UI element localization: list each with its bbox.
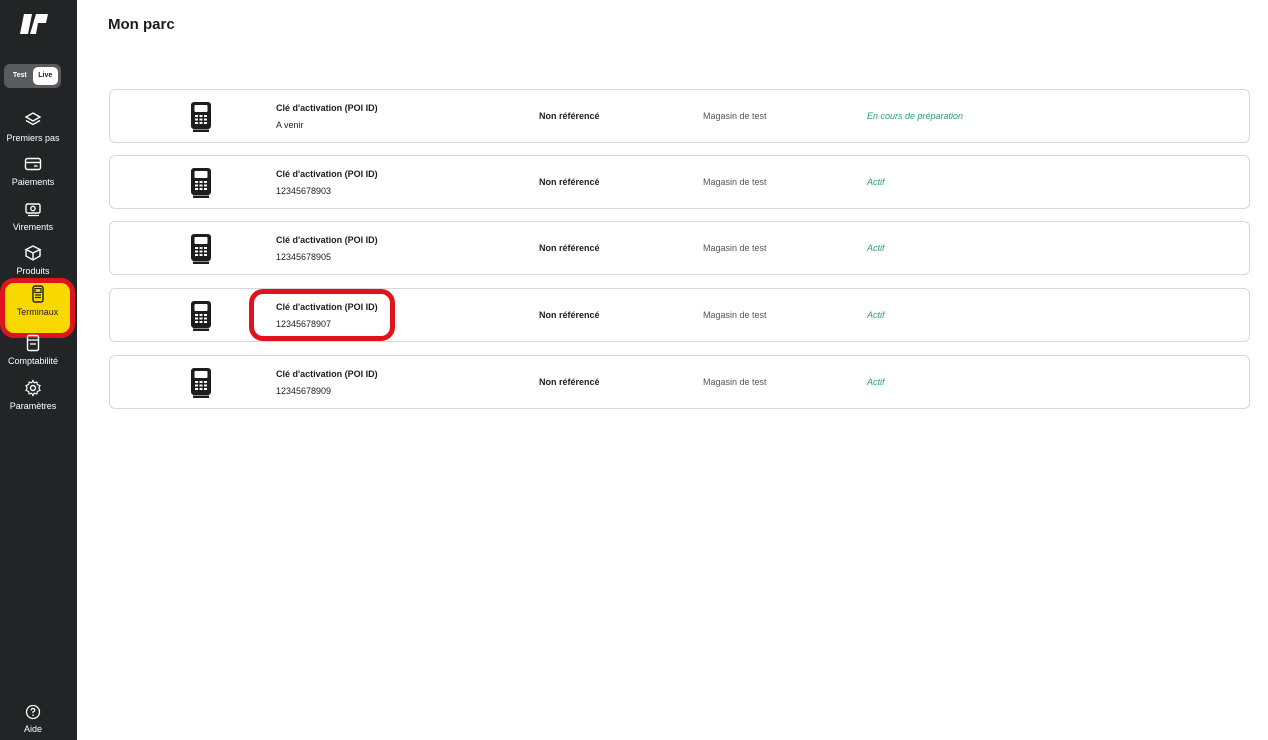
status-text: En cours de préparation <box>867 111 964 121</box>
poi-id-value: 12345678909 <box>276 386 332 396</box>
poi-id-block-highlighted: Clé d'activation (POI ID) 12345678907 <box>249 289 395 341</box>
poi-id-value: 12345678907 <box>276 319 332 329</box>
sidebar-item-label: Paiements <box>11 177 55 187</box>
gear-icon <box>25 379 41 397</box>
store-name: Magasin de test <box>703 377 767 387</box>
sidebar-item-label: Premiers pas <box>6 133 60 143</box>
help-icon <box>25 704 41 720</box>
sidebar: Test Live Premiers pas Paiements Viremen… <box>0 0 77 740</box>
sidebar-item-terminaux[interactable]: Terminaux <box>0 278 75 338</box>
status-text: Actif <box>867 243 885 253</box>
poi-id-label: Clé d'activation (POI ID) <box>276 302 378 312</box>
poi-id-value: 12345678905 <box>276 252 332 262</box>
poi-id-block: Clé d'activation (POI ID) 12345678903 <box>276 168 378 197</box>
status-text: Actif <box>867 377 885 387</box>
brand-logo[interactable] <box>20 12 48 36</box>
terminal-row[interactable]: Clé d'activation (POI ID) 12345678909 No… <box>109 355 1250 409</box>
sidebar-item-parametres[interactable]: Paramètres <box>0 376 66 419</box>
help-label: Aide <box>23 724 42 734</box>
cash-icon <box>25 203 41 217</box>
poi-id-block: Clé d'activation (POI ID) 12345678909 <box>276 368 378 397</box>
sidebar-item-comptabilite[interactable]: Comptabilité <box>0 331 66 374</box>
poi-id-label: Clé d'activation (POI ID) <box>276 169 378 179</box>
sidebar-item-premiers-pas[interactable]: Premiers pas <box>0 108 66 151</box>
sidebar-item-paiements[interactable]: Paiements <box>0 152 66 195</box>
terminal-row[interactable]: Clé d'activation (POI ID) 12345678903 No… <box>109 155 1250 209</box>
layers-icon <box>24 112 42 126</box>
poi-id-value: 12345678903 <box>276 186 332 196</box>
poi-id-label: Clé d'activation (POI ID) <box>276 103 378 113</box>
sidebar-item-label: Produits <box>16 266 50 276</box>
payment-terminal-icon <box>191 168 211 198</box>
payment-terminal-icon <box>191 234 211 264</box>
poi-id-label: Clé d'activation (POI ID) <box>276 235 378 245</box>
sidebar-item-virements[interactable]: Virements <box>0 197 66 240</box>
reference-label: Non référencé <box>539 177 600 187</box>
store-name: Magasin de test <box>703 310 767 320</box>
terminal-row[interactable]: Clé d'activation (POI ID) A venir Non ré… <box>109 89 1250 143</box>
page-title: Mon parc <box>108 16 175 33</box>
terminal-row[interactable]: Clé d'activation (POI ID) 12345678907 No… <box>109 288 1250 342</box>
sidebar-item-label: Paramètres <box>9 401 57 411</box>
ledger-icon <box>26 334 40 352</box>
reference-label: Non référencé <box>539 310 600 320</box>
payment-terminal-icon <box>191 301 211 331</box>
terminal-row[interactable]: Clé d'activation (POI ID) 12345678905 No… <box>109 221 1250 275</box>
poi-id-block: Clé d'activation (POI ID) A venir <box>276 102 378 131</box>
environment-toggle[interactable]: Test Live <box>4 64 61 88</box>
sidebar-item-label: Terminaux <box>16 307 59 317</box>
status-text: Actif <box>867 177 885 187</box>
help-button[interactable]: Aide <box>0 704 66 738</box>
payment-terminal-icon <box>191 102 211 132</box>
store-name: Magasin de test <box>703 111 767 121</box>
store-name: Magasin de test <box>703 243 767 253</box>
payment-terminal-icon <box>191 368 211 398</box>
poi-id-value: A venir <box>276 120 304 130</box>
store-name: Magasin de test <box>703 177 767 187</box>
reference-label: Non référencé <box>539 111 600 121</box>
reference-label: Non référencé <box>539 243 600 253</box>
env-test-option[interactable]: Test <box>7 67 33 85</box>
box-icon <box>24 245 42 261</box>
terminal-icon <box>31 285 44 303</box>
poi-id-label: Clé d'activation (POI ID) <box>276 369 378 379</box>
poi-id-block: Clé d'activation (POI ID) 12345678905 <box>276 234 378 263</box>
sidebar-item-label: Virements <box>12 222 54 232</box>
reference-label: Non référencé <box>539 377 600 387</box>
env-live-option[interactable]: Live <box>32 67 58 85</box>
sidebar-item-label: Comptabilité <box>7 356 59 366</box>
card-icon <box>24 157 42 171</box>
status-text: Actif <box>867 310 885 320</box>
